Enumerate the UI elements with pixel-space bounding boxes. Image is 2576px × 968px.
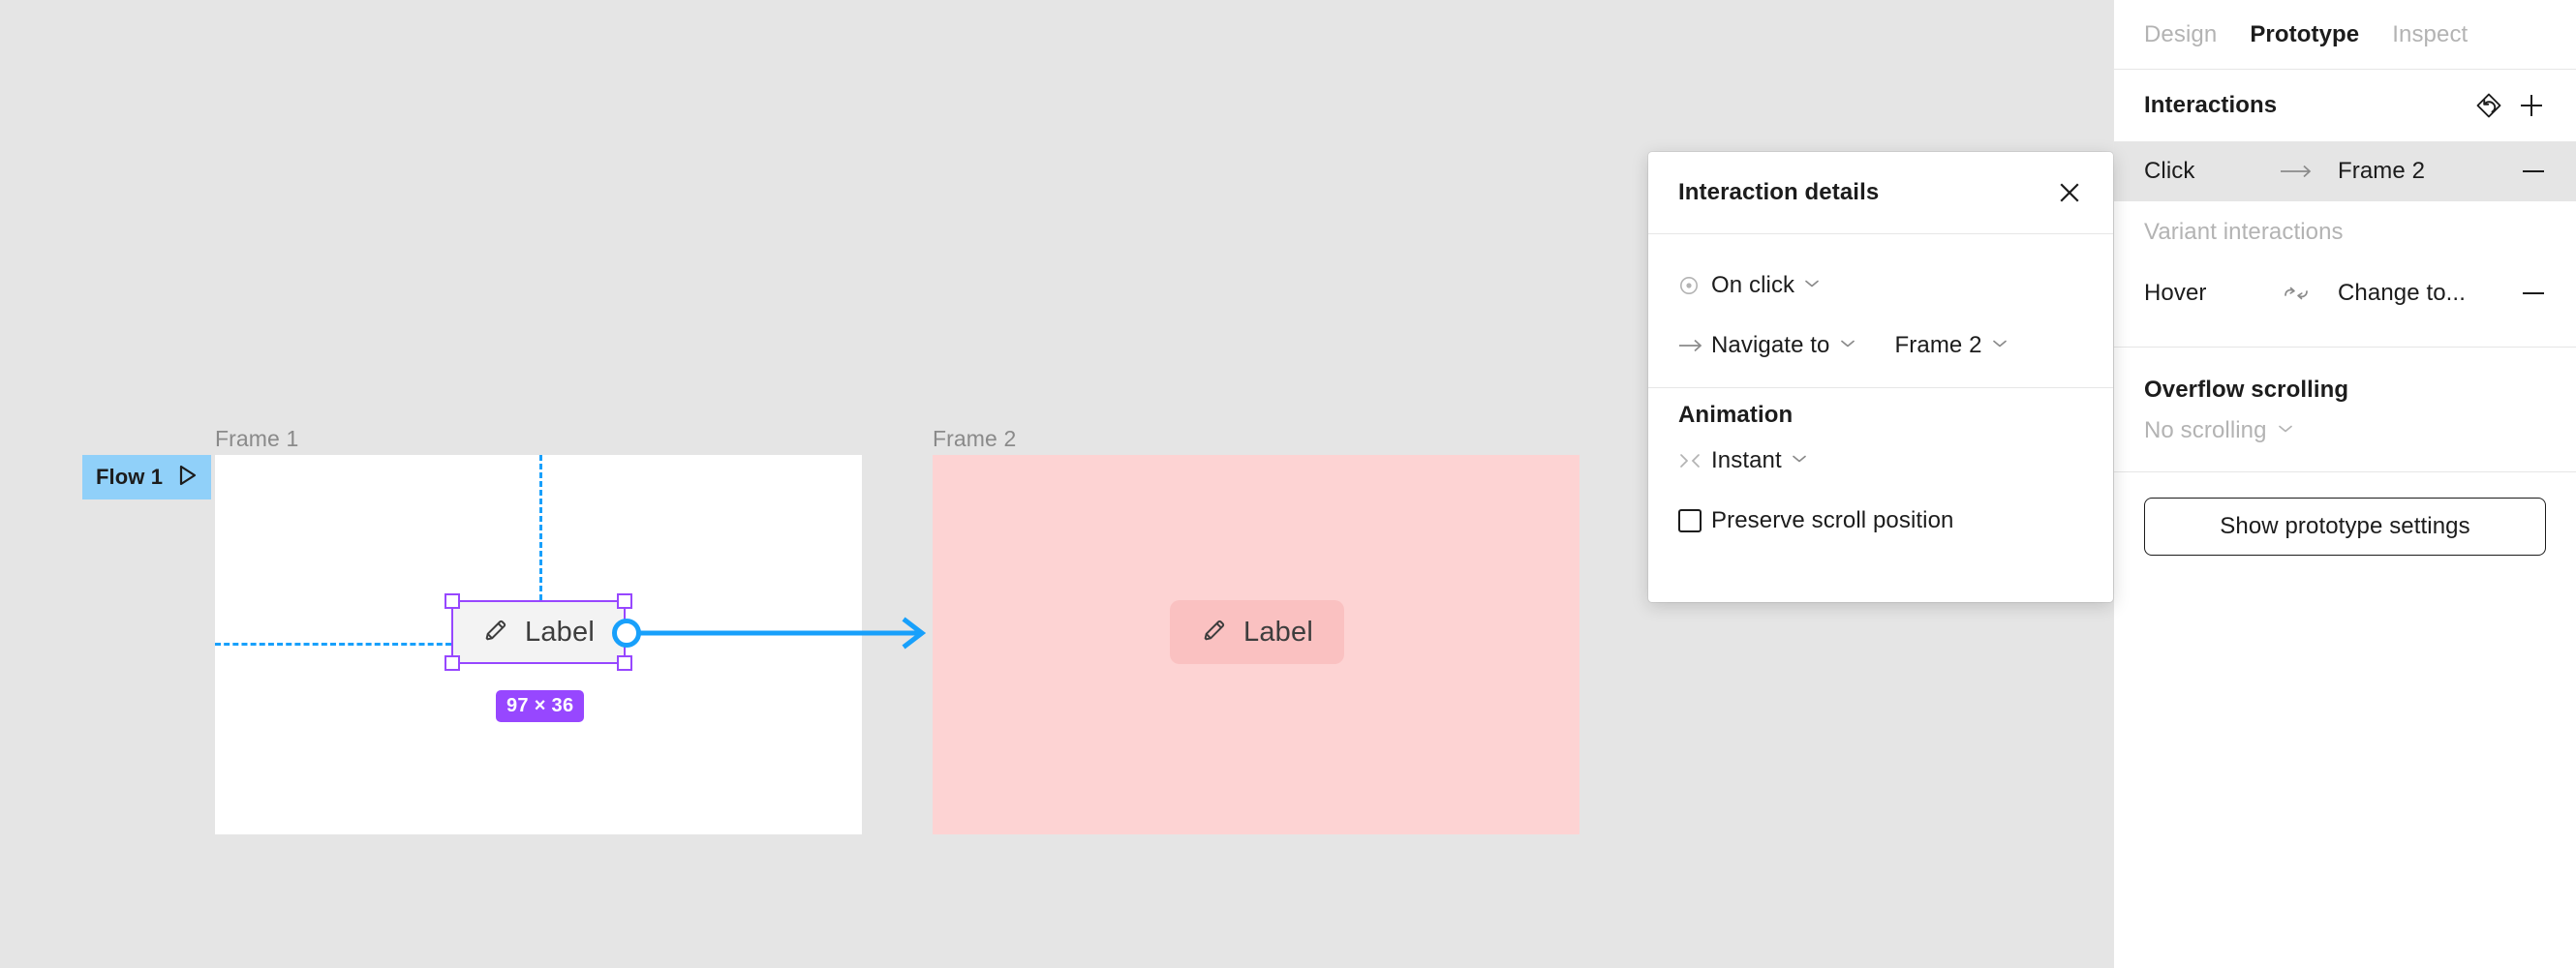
panel-tabs: Design Prototype Inspect xyxy=(2114,0,2576,70)
prototype-connector-handle[interactable] xyxy=(612,619,641,648)
interactions-section-header: Interactions xyxy=(2114,70,2576,141)
interaction-trigger: Hover xyxy=(2144,280,2207,306)
interaction-details-body: On click Navigate to Frame 2 Animation I… xyxy=(1648,234,2113,551)
label-text: Label xyxy=(1243,616,1313,648)
variant-interactions-header: Variant interactions xyxy=(2144,219,2344,245)
preserve-scroll-row[interactable]: Preserve scroll position xyxy=(1648,491,2113,551)
overflow-scrolling-dropdown[interactable]: No scrolling xyxy=(2114,404,2576,444)
popup-title: Interaction details xyxy=(1678,179,1880,205)
destination-value: Frame 2 xyxy=(1894,332,1982,358)
overflow-scrolling-section: Overflow scrolling No scrolling xyxy=(2114,347,2576,444)
flow-name: Flow 1 xyxy=(96,465,164,489)
action-dropdown[interactable]: Navigate to xyxy=(1711,332,1856,359)
alignment-guide-vertical xyxy=(539,455,542,600)
right-sidebar[interactable]: Design Prototype Inspect Interactions Cl… xyxy=(2113,0,2576,968)
animation-section-title: Animation xyxy=(1678,402,1794,428)
animation-row[interactable]: Instant xyxy=(1648,431,2113,491)
click-target-icon xyxy=(1678,275,1711,296)
close-icon[interactable] xyxy=(2051,174,2088,211)
trigger-row[interactable]: On click xyxy=(1648,256,2113,316)
action-value: Navigate to xyxy=(1711,332,1830,358)
alignment-guide-horizontal xyxy=(215,643,451,646)
preserve-scroll-checkbox[interactable] xyxy=(1678,509,1711,532)
frame-label-2[interactable]: Frame 2 xyxy=(933,426,1016,452)
flow-starting-point-badge[interactable]: Flow 1 xyxy=(82,455,212,499)
reset-interactions-icon[interactable] xyxy=(2468,84,2510,127)
tab-prototype[interactable]: Prototype xyxy=(2250,21,2359,48)
pencil-icon xyxy=(482,617,509,649)
trigger-dropdown[interactable]: On click xyxy=(1711,272,1821,299)
overflow-scrolling-value: No scrolling xyxy=(2144,417,2267,443)
chevron-down-icon xyxy=(1839,337,1856,354)
show-prototype-settings-button[interactable]: Show prototype settings xyxy=(2144,498,2546,556)
pencil-icon xyxy=(1201,617,1228,649)
play-triangle-icon[interactable] xyxy=(178,465,198,491)
destination-dropdown[interactable]: Frame 2 xyxy=(1895,332,2009,359)
tab-inspect[interactable]: Inspect xyxy=(2392,21,2468,48)
label-element-frame1[interactable]: Label xyxy=(451,600,626,664)
animation-dropdown[interactable]: Instant xyxy=(1711,447,1808,474)
interaction-details-popup[interactable]: Interaction details On click Navigate to… xyxy=(1648,152,2113,602)
interaction-destination: Frame 2 xyxy=(2338,158,2426,184)
chevron-down-icon xyxy=(1991,337,2009,354)
popup-divider xyxy=(1648,387,2113,388)
label-element-frame2[interactable]: Label xyxy=(1170,600,1344,664)
tab-design[interactable]: Design xyxy=(2144,21,2217,48)
arrow-right-icon xyxy=(1678,337,1711,354)
frame-label-1[interactable]: Frame 1 xyxy=(215,426,298,452)
preserve-scroll-label: Preserve scroll position xyxy=(1711,507,1954,533)
selection-size-badge: 97 × 36 xyxy=(496,690,585,722)
minus-icon[interactable] xyxy=(2514,152,2553,191)
interaction-details-header: Interaction details xyxy=(1648,152,2113,234)
interaction-destination: Change to... xyxy=(2338,280,2466,306)
arrow-right-icon xyxy=(2280,163,2338,180)
label-text: Label xyxy=(525,616,595,648)
instant-icon xyxy=(1678,451,1711,470)
interaction-trigger: Click xyxy=(2144,158,2195,184)
chevron-down-icon xyxy=(1803,277,1821,294)
plus-icon[interactable] xyxy=(2510,84,2553,127)
swap-icon xyxy=(2280,283,2338,304)
interaction-row-hover[interactable]: Hover Change to... xyxy=(2114,263,2576,323)
chevron-down-icon xyxy=(2277,422,2294,439)
animation-value: Instant xyxy=(1711,447,1782,473)
chevron-down-icon xyxy=(1791,452,1808,469)
trigger-value: On click xyxy=(1711,272,1795,298)
interactions-title: Interactions xyxy=(2144,92,2278,118)
overflow-scrolling-title: Overflow scrolling xyxy=(2144,377,2349,403)
minus-icon[interactable] xyxy=(2514,274,2553,313)
prototype-settings-section: Show prototype settings xyxy=(2114,471,2576,556)
interaction-row-click[interactable]: Click Frame 2 xyxy=(2114,141,2576,201)
action-row[interactable]: Navigate to Frame 2 xyxy=(1648,316,2113,376)
